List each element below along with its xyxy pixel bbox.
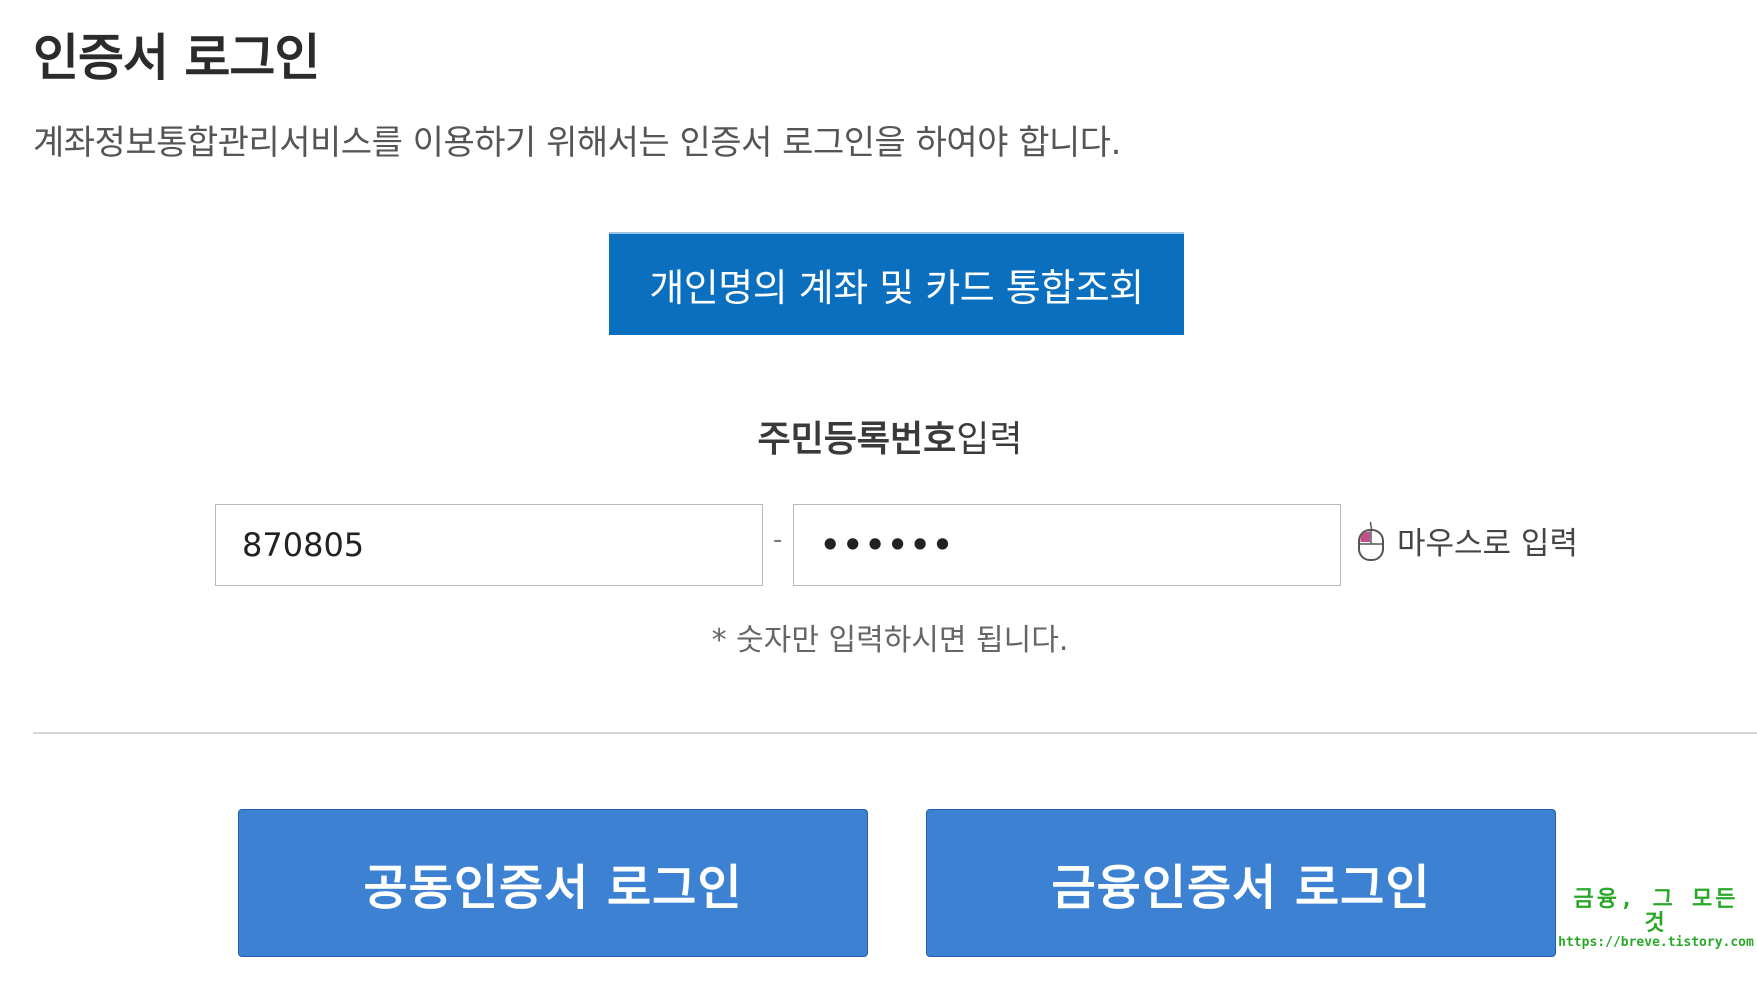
- financial-certificate-login-button[interactable]: 금융인증서 로그인: [926, 809, 1556, 957]
- ssn-separator: -: [773, 525, 783, 555]
- watermark-url: https://breve.tistory.com: [1558, 935, 1754, 951]
- blog-watermark: 금융, 그 모든 것 https://breve.tistory.com: [1556, 887, 1756, 951]
- ssn-heading: 주민등록번호입력: [0, 410, 1757, 462]
- numbers-only-hint: * 숫자만 입력하시면 됩니다.: [711, 623, 1069, 658]
- mouse-icon: [1355, 520, 1387, 562]
- ssn-front-input[interactable]: [215, 504, 763, 586]
- ssn-heading-regular: 입력: [956, 419, 1023, 460]
- mouse-input-label: 마우스로 입력: [1397, 526, 1578, 562]
- personal-account-card-inquiry-button[interactable]: 개인명의 계좌 및 카드 통합조회: [609, 232, 1184, 335]
- section-divider: [33, 732, 1757, 734]
- watermark-title: 금융, 그 모든 것: [1573, 887, 1739, 937]
- mouse-input-button[interactable]: 마우스로 입력: [1355, 518, 1578, 563]
- page-title: 인증서 로그인: [33, 29, 320, 87]
- ssn-heading-bold: 주민등록번호: [757, 419, 957, 460]
- page-description: 계좌정보통합관리서비스를 이용하기 위해서는 인증서 로그인을 하여야 합니다.: [33, 123, 1121, 163]
- ssn-back-input[interactable]: [793, 504, 1341, 586]
- public-certificate-login-button[interactable]: 공동인증서 로그인: [238, 809, 868, 957]
